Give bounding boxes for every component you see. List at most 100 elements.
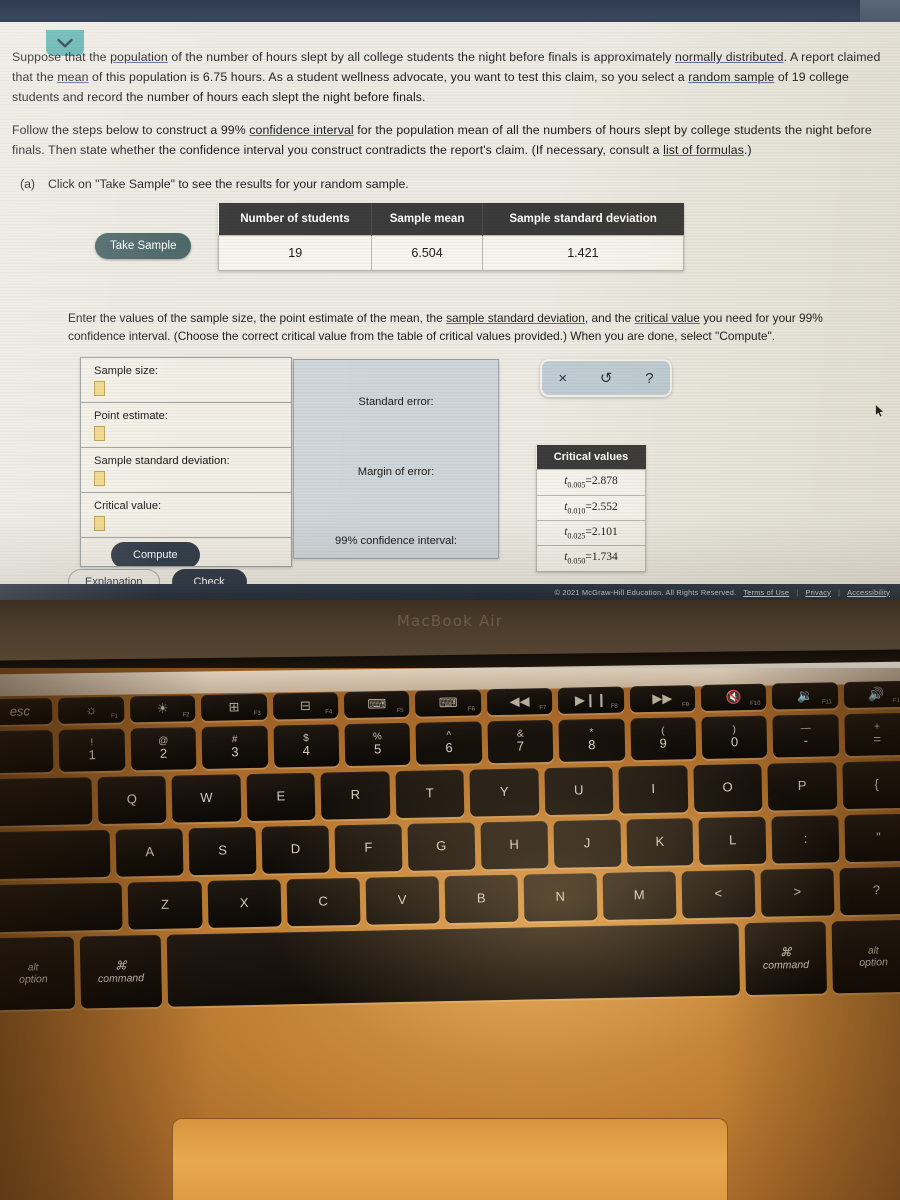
key-d[interactable]: D: [261, 825, 330, 874]
key-slash[interactable]: ?: [839, 866, 900, 916]
key-left-command[interactable]: ⌘ command: [79, 934, 163, 1009]
input-critical-value[interactable]: [94, 516, 105, 532]
key-tab[interactable]: [0, 777, 93, 827]
take-sample-button[interactable]: Take Sample: [95, 232, 192, 259]
footer-privacy-link[interactable]: Privacy: [805, 588, 831, 597]
key-x[interactable]: X: [207, 879, 282, 928]
key-9[interactable]: (9: [629, 717, 697, 761]
t-sub-1: 0.010: [567, 506, 586, 516]
key-a[interactable]: A: [115, 828, 184, 877]
table-row: t0.005=2.878: [536, 469, 646, 496]
key-7[interactable]: & 7: [487, 719, 554, 764]
key-right-option[interactable]: alt option: [831, 919, 900, 994]
key-quote[interactable]: ": [844, 813, 900, 863]
key-k[interactable]: K: [625, 818, 694, 867]
key-l[interactable]: L: [698, 816, 767, 866]
key-3[interactable]: #3: [201, 725, 268, 769]
key-p[interactable]: P: [767, 762, 837, 811]
key-o[interactable]: O: [692, 763, 763, 813]
key-left-option[interactable]: alt option: [0, 936, 75, 1011]
output-standard-error: Standard error:: [358, 396, 434, 409]
key-u[interactable]: U: [544, 766, 614, 816]
key-e[interactable]: E: [246, 772, 316, 822]
footer-accessibility-link[interactable]: Accessibility: [847, 588, 890, 597]
key-semicolon[interactable]: :: [771, 815, 840, 864]
key-6[interactable]: ^ 6: [415, 721, 483, 765]
key-4[interactable]: $4: [273, 724, 340, 768]
key-f12-volume-up[interactable]: 🔊 F12: [843, 680, 900, 709]
critical-value-row-0: t0.005=2.878: [536, 469, 646, 496]
key-esc[interactable]: esc: [0, 697, 53, 726]
key-f11-volume-down[interactable]: 🔉 F11: [772, 682, 838, 710]
key-n[interactable]: N: [523, 873, 598, 922]
key-equals[interactable]: + =: [844, 712, 900, 757]
key-period[interactable]: >: [760, 868, 835, 917]
laptop-screen: Suppose that the population of the numbe…: [0, 22, 900, 600]
undo-icon[interactable]: ↺: [600, 369, 613, 387]
key-caps-lock[interactable]: [0, 829, 111, 880]
key-left-shift[interactable]: [0, 882, 124, 933]
table-row: t0.050=1.734: [536, 545, 646, 572]
footer-terms-of-use-link[interactable]: Terms of Use: [743, 588, 789, 597]
mouse-cursor: [875, 404, 885, 418]
key-v[interactable]: V: [365, 876, 440, 925]
header-sample-mean: Sample mean: [371, 202, 483, 236]
key-tilde[interactable]: [0, 729, 54, 774]
key-minus[interactable]: — -: [772, 714, 839, 758]
key-c[interactable]: C: [286, 877, 361, 927]
key-f10-mute[interactable]: 🔇 F10: [700, 683, 767, 711]
key-w[interactable]: W: [171, 774, 242, 823]
output-margin-of-error: Margin of error:: [357, 466, 435, 479]
key-y[interactable]: Y: [469, 768, 539, 817]
key-0[interactable]: ) 0: [701, 715, 768, 759]
form-row-sample-size: Sample size:: [81, 358, 291, 404]
critical-values-table: Critical values t0.005=2.878 t0.010=2.55…: [536, 445, 646, 572]
key-h[interactable]: H: [480, 821, 549, 870]
trackpad[interactable]: [172, 1118, 728, 1200]
input-form-panel: Sample size: Point estimate: Sample stan…: [80, 357, 292, 568]
key-m[interactable]: M: [602, 871, 677, 920]
input-sample-standard-deviation[interactable]: [94, 471, 105, 487]
form-row-critical-value: Critical value:: [81, 493, 291, 539]
key-z[interactable]: Z: [128, 881, 203, 930]
key-f[interactable]: F: [334, 823, 403, 873]
header-number-of-students: Number of students: [218, 202, 373, 236]
key-q[interactable]: Q: [97, 775, 167, 825]
key-comma[interactable]: <: [681, 869, 756, 919]
form-row-point-estimate: Point estimate:: [81, 403, 291, 449]
key-8[interactable]: * 8: [558, 718, 625, 762]
compute-row: Compute: [81, 538, 291, 567]
key-f2-brightness-up[interactable]: ☀ F2: [129, 695, 196, 723]
key-r[interactable]: R: [320, 771, 391, 820]
input-sample-size[interactable]: [94, 381, 105, 397]
laptop-photo-scene: Suppose that the population of the numbe…: [0, 0, 900, 1200]
label-sample-size: Sample size:: [94, 365, 159, 378]
key-b[interactable]: B: [444, 874, 519, 924]
key-space[interactable]: [166, 923, 740, 1007]
key-f5-keyboard-backlight-down[interactable]: ⌨ F5: [343, 690, 410, 719]
clear-icon[interactable]: ×: [558, 370, 567, 387]
key-f6-keyboard-backlight-up[interactable]: ⌨ F6: [415, 689, 482, 717]
key-f7-rewind[interactable]: ◀◀ F7: [486, 687, 553, 716]
key-f9-fast-forward[interactable]: ▶▶ F9: [629, 685, 696, 713]
key-f4-launchpad[interactable]: ⊟ F4: [272, 692, 339, 720]
key-i[interactable]: I: [618, 765, 688, 814]
key-2[interactable]: @2: [130, 727, 197, 771]
key-f3-mission-control[interactable]: ⊞ F3: [201, 693, 267, 721]
table-row: 19 6.504 1.421: [217, 235, 685, 272]
key-t[interactable]: T: [395, 769, 465, 819]
key-j[interactable]: J: [553, 819, 621, 868]
key-1[interactable]: ! 1: [58, 728, 126, 772]
key-left-bracket[interactable]: {: [841, 760, 900, 810]
key-g[interactable]: G: [407, 822, 476, 871]
key-f8-play-pause[interactable]: ▶❙❙ F8: [557, 686, 624, 714]
input-point-estimate[interactable]: [94, 426, 105, 442]
key-s[interactable]: S: [188, 826, 257, 876]
t-val-2: 2.101: [591, 526, 618, 539]
key-f1-brightness-down[interactable]: ☼ F1: [58, 696, 125, 724]
help-icon[interactable]: ?: [645, 370, 653, 387]
compute-button[interactable]: Compute: [111, 542, 200, 567]
key-right-command[interactable]: ⌘ command: [744, 921, 828, 996]
key-5[interactable]: % 5: [344, 722, 411, 767]
problem-paragraph-2: Follow the steps below to construct a 99…: [12, 122, 872, 157]
